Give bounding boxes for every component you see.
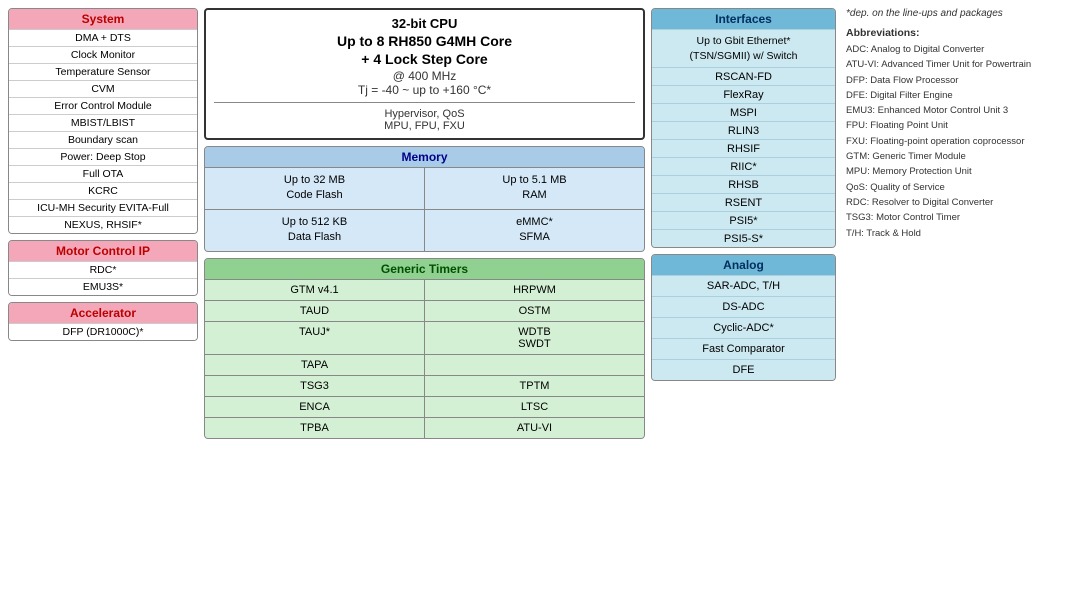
system-item-ota: Full OTA [9, 165, 197, 182]
iface-flexray: FlexRay [652, 85, 835, 103]
abbr-qos: QoS: Quality of Service [846, 181, 1072, 194]
iface-rlin3: RLIN3 [652, 121, 835, 139]
memory-grid: Up to 32 MBCode Flash Up to 5.1 MBRAM Up… [205, 167, 644, 251]
system-box: System DMA + DTS Clock Monitor Temperatu… [8, 8, 198, 234]
dep-note: *dep. on the line-ups and packages [846, 8, 1072, 19]
timer-enca: ENCA [205, 397, 424, 417]
analog-comparator: Fast Comparator [652, 338, 835, 359]
timer-gtm: GTM v4.1 [205, 280, 424, 300]
abbr-mpu: MPU: Memory Protection Unit [846, 165, 1072, 178]
timer-tsg3: TSG3 [205, 376, 424, 396]
analog-header: Analog [652, 255, 835, 275]
timer-atuvi: ATU-VI [425, 418, 644, 438]
timer-empty [425, 355, 644, 375]
timer-tapa: TAPA [205, 355, 424, 375]
iface-rsent: RSENT [652, 193, 835, 211]
system-column: System DMA + DTS Clock Monitor Temperatu… [8, 8, 198, 439]
memory-cell-3: eMMC*SFMA [425, 210, 644, 251]
abbr-dfe: DFE: Digital Filter Engine [846, 89, 1072, 102]
motor-header: Motor Control IP [9, 241, 197, 261]
cpu-features-line1: Hypervisor, QoS [214, 108, 635, 120]
system-item-nexus: NEXUS, RHSIF* [9, 216, 197, 233]
system-item-power: Power: Deep Stop [9, 148, 197, 165]
memory-box: Memory Up to 32 MBCode Flash Up to 5.1 M… [204, 146, 645, 252]
notes-column: *dep. on the line-ups and packages Abbre… [842, 8, 1072, 439]
cpu-features-line2: MPU, FPU, FXU [214, 120, 635, 132]
accel-header: Accelerator [9, 303, 197, 323]
timer-ostm: OSTM [425, 301, 644, 321]
abbr-tsg3: TSG3: Motor Control Timer [846, 211, 1072, 224]
interfaces-box: Interfaces Up to Gbit Ethernet*(TSN/SGMI… [651, 8, 836, 248]
abbr-title: Abbreviations: [846, 27, 1072, 39]
iface-rhsb: RHSB [652, 175, 835, 193]
system-header: System [9, 9, 197, 29]
system-item-dma: DMA + DTS [9, 29, 197, 46]
abbr-dfp: DFP: Data Flow Processor [846, 74, 1072, 87]
abbr-rdc: RDC: Resolver to Digital Converter [846, 196, 1072, 209]
accel-box: Accelerator DFP (DR1000C)* [8, 302, 198, 341]
analog-dsadc: DS-ADC [652, 296, 835, 317]
timers-box: Generic Timers GTM v4.1 HRPWM TAUD OSTM … [204, 258, 645, 439]
timers-grid: GTM v4.1 HRPWM TAUD OSTM TAUJ* WDTBSWDT … [205, 279, 644, 438]
system-item-icu: ICU-MH Security EVITA-Full [9, 199, 197, 216]
timer-tptm: TPTM [425, 376, 644, 396]
timer-wdtb: WDTBSWDT [425, 322, 644, 354]
timer-tauj: TAUJ* [205, 322, 424, 354]
iface-psi5s: PSI5-S* [652, 229, 835, 247]
cpu-temp: Tj = -40 ~ up to +160 °C* [214, 83, 635, 97]
iface-mspi: MSPI [652, 103, 835, 121]
system-item-clock: Clock Monitor [9, 46, 197, 63]
memory-cell-1: Up to 5.1 MBRAM [425, 168, 644, 209]
cpu-main-line2: + 4 Lock Step Core [214, 51, 635, 67]
memory-cell-2: Up to 512 KBData Flash [205, 210, 424, 251]
analog-cyclic: Cyclic-ADC* [652, 317, 835, 338]
timer-taud: TAUD [205, 301, 424, 321]
iface-rhsif: RHSIF [652, 139, 835, 157]
cpu-title: 32-bit CPU [214, 16, 635, 31]
analog-dfe: DFE [652, 359, 835, 380]
motor-item-emu3s: EMU3S* [9, 278, 197, 295]
cpu-freq: @ 400 MHz [214, 69, 635, 83]
timer-ltsc: LTSC [425, 397, 644, 417]
motor-box: Motor Control IP RDC* EMU3S* [8, 240, 198, 296]
timer-tpba: TPBA [205, 418, 424, 438]
cpu-box: 32-bit CPU Up to 8 RH850 G4MH Core + 4 L… [204, 8, 645, 140]
abbr-atuvi: ATU-VI: Advanced Timer Unit for Powertra… [846, 58, 1072, 71]
analog-saradc: SAR-ADC, T/H [652, 275, 835, 296]
accel-item-dfp: DFP (DR1000C)* [9, 323, 197, 340]
iface-riic: RIIC* [652, 157, 835, 175]
interfaces-gbit: Up to Gbit Ethernet*(TSN/SGMII) w/ Switc… [652, 29, 835, 67]
system-item-kcrc: KCRC [9, 182, 197, 199]
iface-psi5: PSI5* [652, 211, 835, 229]
system-item-temp: Temperature Sensor [9, 63, 197, 80]
system-item-mbist: MBIST/LBIST [9, 114, 197, 131]
main-container: System DMA + DTS Clock Monitor Temperatu… [0, 0, 1080, 447]
memory-header: Memory [205, 147, 644, 167]
center-column: 32-bit CPU Up to 8 RH850 G4MH Core + 4 L… [204, 8, 645, 439]
analog-box: Analog SAR-ADC, T/H DS-ADC Cyclic-ADC* F… [651, 254, 836, 381]
motor-item-rdc: RDC* [9, 261, 197, 278]
timers-header: Generic Timers [205, 259, 644, 279]
cpu-divider [214, 102, 635, 103]
interfaces-column: Interfaces Up to Gbit Ethernet*(TSN/SGMI… [651, 8, 836, 439]
abbr-th: T/H: Track & Hold [846, 227, 1072, 240]
system-item-boundary: Boundary scan [9, 131, 197, 148]
abbr-adc: ADC: Analog to Digital Converter [846, 43, 1072, 56]
interfaces-header: Interfaces [652, 9, 835, 29]
abbr-fpu: FPU: Floating Point Unit [846, 119, 1072, 132]
abbr-emu3: EMU3: Enhanced Motor Control Unit 3 [846, 104, 1072, 117]
abbr-fxu: FXU: Floating-point operation coprocesso… [846, 135, 1072, 148]
cpu-main-line1: Up to 8 RH850 G4MH Core [214, 33, 635, 49]
system-item-cvm: CVM [9, 80, 197, 97]
abbr-gtm: GTM: Generic Timer Module [846, 150, 1072, 163]
system-item-ecm: Error Control Module [9, 97, 197, 114]
timer-hrpwm: HRPWM [425, 280, 644, 300]
iface-rscan: RSCAN-FD [652, 67, 835, 85]
memory-cell-0: Up to 32 MBCode Flash [205, 168, 424, 209]
